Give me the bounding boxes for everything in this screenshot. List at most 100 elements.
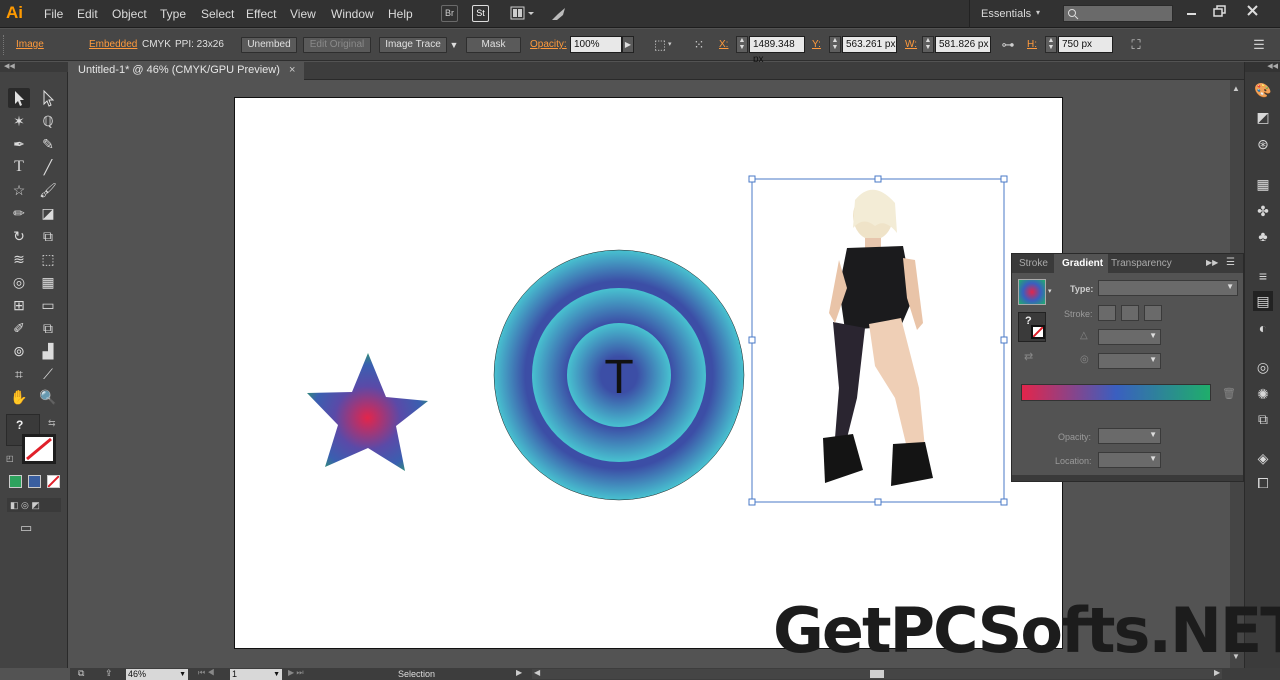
h-label[interactable]: H: — [1027, 39, 1037, 50]
symbols-panel-icon[interactable]: ♣ — [1253, 226, 1273, 246]
swatches-panel-icon[interactable]: ▦ — [1253, 174, 1273, 194]
horizontal-scrollbar[interactable]: ◀ ▶ — [532, 668, 1222, 679]
lasso-tool-icon[interactable]: ℚ — [37, 111, 59, 131]
y-label[interactable]: Y: — [812, 39, 821, 50]
none-mode-button[interactable] — [47, 475, 60, 488]
menu-object[interactable]: Object — [112, 7, 147, 21]
last-artboard-icon[interactable]: ▶ ⏭ — [288, 668, 304, 678]
fill-stroke-swatch[interactable]: ? — [1018, 312, 1046, 342]
stroke-panel-icon[interactable]: ≡ — [1253, 266, 1273, 286]
w-label[interactable]: W: — [905, 39, 917, 50]
restore-button[interactable] — [1212, 4, 1228, 18]
appearance-panel-icon[interactable]: ◎ — [1253, 357, 1273, 377]
tab-gradient[interactable]: Gradient — [1054, 254, 1109, 273]
h-stepper[interactable]: ▲ ▼ — [1045, 36, 1057, 53]
line-tool-icon[interactable]: ╱ — [37, 157, 59, 177]
opacity-arrow-icon[interactable]: ▶ — [622, 36, 634, 53]
share-icon[interactable]: ⇪ — [105, 668, 113, 679]
stroke-swatch[interactable] — [22, 434, 56, 464]
x-label[interactable]: X: — [719, 39, 728, 50]
gradient-slider[interactable] — [1021, 384, 1211, 401]
aspect-ratio-dropdown[interactable]: ▼ — [1098, 353, 1161, 369]
stock-button[interactable]: St — [472, 5, 489, 22]
free-transform-tool-icon[interactable]: ⬚ — [37, 249, 59, 269]
menu-view[interactable]: View — [290, 7, 316, 21]
asset-export-panel-icon[interactable]: ⧠ — [1253, 473, 1273, 493]
minimize-button[interactable] — [1184, 4, 1200, 18]
screen-mode-icon[interactable]: ▭ — [20, 520, 44, 536]
artboard-number-field[interactable]: 1 ▼ — [230, 669, 282, 680]
scroll-right-icon[interactable]: ▶ — [1214, 668, 1220, 677]
document-tab[interactable]: Untitled-1* @ 46% (CMYK/GPU Preview) × — [70, 62, 304, 80]
menu-window[interactable]: Window — [331, 7, 374, 21]
artboards-panel-icon[interactable]: ⧉ — [1253, 409, 1273, 429]
workspace-switcher[interactable]: Essentials ▾ — [969, 0, 1051, 28]
link-proportions-icon[interactable]: ⊶ — [999, 36, 1017, 53]
symbol-sprayer-tool-icon[interactable]: ⊚ — [8, 341, 30, 361]
w-stepper[interactable]: ▲ ▼ — [922, 36, 934, 53]
artboard-tool-icon[interactable]: ⌗ — [8, 364, 30, 384]
pencil-tool-icon[interactable]: ✏ — [8, 203, 30, 223]
image-trace-button[interactable]: Image Trace — [379, 37, 447, 53]
column-graph-tool-icon[interactable]: ▟ — [37, 341, 59, 361]
selection-tool-icon[interactable] — [8, 88, 30, 108]
gradient-panel-icon[interactable]: ▤ — [1253, 291, 1273, 311]
gradient-tool-icon[interactable]: ▭ — [37, 295, 59, 315]
embedded-label[interactable]: Embedded — [89, 39, 137, 50]
layers-panel-icon[interactable]: ◈ — [1253, 448, 1273, 468]
transparency-panel-icon[interactable]: ◐ — [1253, 318, 1273, 338]
stop-opacity-dropdown[interactable]: ▼ — [1098, 428, 1161, 444]
menu-help[interactable]: Help — [388, 7, 413, 21]
magic-wand-tool-icon[interactable]: ✶ — [8, 111, 30, 131]
menu-edit[interactable]: Edit — [77, 7, 98, 21]
reverse-gradient-icon[interactable]: ⇄ — [1024, 350, 1033, 363]
scroll-left-icon[interactable]: ◀ — [534, 668, 540, 677]
y-input[interactable]: 563.261 px — [842, 36, 897, 53]
width-tool-icon[interactable]: ≋ — [8, 249, 30, 269]
eraser-tool-icon[interactable]: ◪ — [37, 203, 59, 223]
swap-fill-stroke-icon[interactable]: ⇆ — [48, 418, 56, 429]
search-input[interactable] — [1063, 5, 1173, 22]
unembed-button[interactable]: Unembed — [241, 37, 297, 53]
gpu-performance-button[interactable] — [549, 5, 569, 22]
mesh-tool-icon[interactable]: ⊞ — [8, 295, 30, 315]
edit-original-button[interactable]: Edit Original — [303, 37, 371, 53]
star-tool-icon[interactable]: ☆ — [8, 180, 30, 200]
object-type-label[interactable]: Image — [16, 39, 44, 50]
shape-builder-tool-icon[interactable]: ◎ — [8, 272, 30, 292]
direct-selection-tool-icon[interactable] — [37, 88, 59, 108]
menu-file[interactable]: File — [44, 7, 63, 21]
mask-button[interactable]: Mask — [466, 37, 521, 53]
recolor-artwork-icon[interactable]: ⬚ — [651, 36, 669, 53]
dock-collapse-icon[interactable]: ◀◀ — [1245, 62, 1280, 72]
menu-effect[interactable]: Effect — [246, 7, 276, 21]
color-panel-icon[interactable]: 🎨 — [1253, 80, 1273, 100]
opacity-label[interactable]: Opacity: — [530, 39, 567, 50]
zoom-tool-icon[interactable]: 🔍 — [37, 387, 59, 407]
stroke-along-icon[interactable] — [1121, 305, 1139, 321]
type-tool-icon[interactable]: T — [8, 157, 30, 177]
close-window-button[interactable] — [1245, 4, 1261, 18]
artboard-nav-icon[interactable]: ⧉ — [78, 668, 84, 679]
tab-transparency[interactable]: Transparency — [1106, 254, 1177, 273]
toolbar-collapse-icon[interactable]: ◀◀ — [0, 62, 68, 72]
menu-select[interactable]: Select — [201, 7, 234, 21]
transform-icon[interactable]: ⛶ — [1127, 36, 1145, 53]
zoom-level-field[interactable]: 46% ▼ — [126, 669, 188, 680]
stroke-within-icon[interactable] — [1098, 305, 1116, 321]
stop-location-dropdown[interactable]: ▼ — [1098, 452, 1161, 468]
rotate-tool-icon[interactable]: ↻ — [8, 226, 30, 246]
pen-tool-icon[interactable]: ✒ — [8, 134, 30, 154]
close-tab-icon[interactable]: × — [289, 62, 295, 79]
default-fill-stroke-icon[interactable]: ◰ — [6, 454, 16, 464]
bridge-button[interactable]: Br — [441, 5, 458, 22]
panel-menu-icon[interactable]: ☰ — [1250, 36, 1268, 53]
reference-point-icon[interactable]: ⁙ — [690, 36, 708, 53]
chevron-down-icon[interactable]: ▾ — [668, 40, 672, 48]
scale-tool-icon[interactable]: ⧉ — [37, 226, 59, 246]
x-stepper[interactable]: ▲ ▼ — [736, 36, 748, 53]
blend-tool-icon[interactable]: ⧉ — [37, 318, 59, 338]
delete-stop-icon[interactable]: 🗑 — [1222, 387, 1236, 400]
type-dropdown[interactable]: ▼ — [1098, 280, 1238, 296]
hand-tool-icon[interactable]: ✋ — [8, 387, 30, 407]
